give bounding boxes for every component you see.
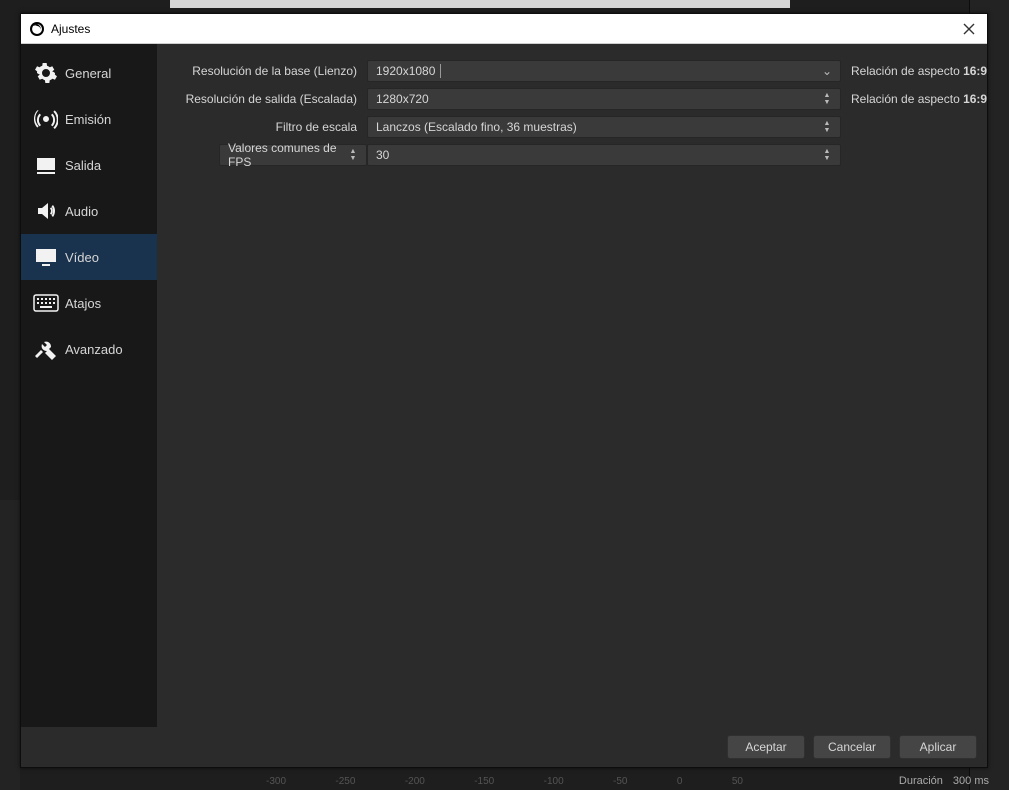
sidebar-item-emision[interactable]: Emisión (21, 96, 157, 142)
tick: -100 (544, 776, 564, 787)
sidebar-item-audio[interactable]: Audio (21, 188, 157, 234)
bg-strip (170, 0, 790, 8)
settings-dialog: Ajustes General Emisión (20, 13, 988, 768)
spinner-icon: ▲▼ (344, 145, 362, 165)
cancel-button[interactable]: Cancelar (813, 735, 891, 759)
base-resolution-value: 1920x1080 (376, 64, 435, 78)
sidebar: General Emisión Salida Audio (21, 44, 157, 727)
output-icon (31, 153, 61, 177)
tick: -150 (474, 776, 494, 787)
window-title: Ajustes (51, 22, 90, 36)
duration-label: Duración (899, 775, 943, 787)
tools-icon (31, 337, 61, 361)
obs-logo-icon (29, 21, 45, 37)
sidebar-item-label: General (65, 66, 111, 81)
antenna-icon (31, 107, 61, 131)
fps-type-wrap: Valores comunes de FPS ▲▼ (177, 144, 367, 166)
chevron-down-icon: ⌄ (818, 61, 836, 81)
spinner-icon: ▲▼ (818, 117, 836, 137)
bg-duration: Duración 300 ms (899, 772, 989, 790)
tick: -200 (405, 776, 425, 787)
sidebar-item-label: Audio (65, 204, 98, 219)
keyboard-icon (31, 293, 61, 313)
base-resolution-label: Resolución de la base (Lienzo) (177, 64, 367, 78)
sidebar-item-atajos[interactable]: Atajos (21, 280, 157, 326)
tick: 50 (732, 776, 743, 787)
sidebar-item-label: Atajos (65, 296, 101, 311)
fps-type-value: Valores comunes de FPS (228, 141, 358, 169)
scale-filter-value: Lanczos (Escalado fino, 36 muestras) (376, 120, 577, 134)
speaker-icon (31, 199, 61, 223)
duration-value: 300 ms (953, 775, 989, 787)
fps-type-combo[interactable]: Valores comunes de FPS ▲▼ (219, 144, 367, 166)
sidebar-item-label: Salida (65, 158, 101, 173)
dialog-footer: Aceptar Cancelar Aplicar (21, 727, 987, 767)
bg-left-panel (0, 500, 20, 790)
tick: -50 (613, 776, 627, 787)
sidebar-item-label: Avanzado (65, 342, 123, 357)
sidebar-item-label: Emisión (65, 112, 111, 127)
ok-button[interactable]: Aceptar (727, 735, 805, 759)
spinner-icon: ▲▼ (818, 145, 836, 165)
sidebar-item-video[interactable]: Vídeo (21, 234, 157, 280)
scale-filter-label: Filtro de escala (177, 120, 367, 134)
titlebar: Ajustes (21, 14, 987, 44)
text-caret (440, 64, 441, 78)
fps-value: 30 (376, 148, 389, 162)
spinner-icon: ▲▼ (818, 89, 836, 109)
close-button[interactable] (959, 19, 979, 39)
tick: 0 (677, 776, 683, 787)
aspect-prefix: Relación de aspecto (851, 92, 963, 106)
aspect-prefix: Relación de aspecto (851, 64, 963, 78)
apply-button[interactable]: Aplicar (899, 735, 977, 759)
sidebar-item-salida[interactable]: Salida (21, 142, 157, 188)
sidebar-item-general[interactable]: General (21, 50, 157, 96)
monitor-icon (31, 245, 61, 269)
sidebar-item-avanzado[interactable]: Avanzado (21, 326, 157, 372)
base-aspect-label: Relación de aspecto 16:9 (841, 64, 971, 78)
output-aspect-label: Relación de aspecto 16:9 (841, 92, 971, 106)
main-panel: Resolución de la base (Lienzo) 1920x1080… (157, 44, 987, 727)
output-resolution-label: Resolución de salida (Escalada) (177, 92, 367, 106)
output-resolution-combo[interactable]: 1280x720 ▲▼ (367, 88, 841, 110)
aspect-value: 16:9 (963, 64, 987, 78)
scale-filter-combo[interactable]: Lanczos (Escalado fino, 36 muestras) ▲▼ (367, 116, 841, 138)
gear-icon (31, 61, 61, 85)
tick: -250 (335, 776, 355, 787)
fps-value-combo[interactable]: 30 ▲▼ (367, 144, 841, 166)
aspect-value: 16:9 (963, 92, 987, 106)
bg-timeline: -300 -250 -200 -150 -100 -50 0 50 (260, 772, 749, 790)
tick: -300 (266, 776, 286, 787)
output-resolution-value: 1280x720 (376, 92, 429, 106)
base-resolution-combo[interactable]: 1920x1080 ⌄ (367, 60, 841, 82)
sidebar-item-label: Vídeo (65, 250, 99, 265)
